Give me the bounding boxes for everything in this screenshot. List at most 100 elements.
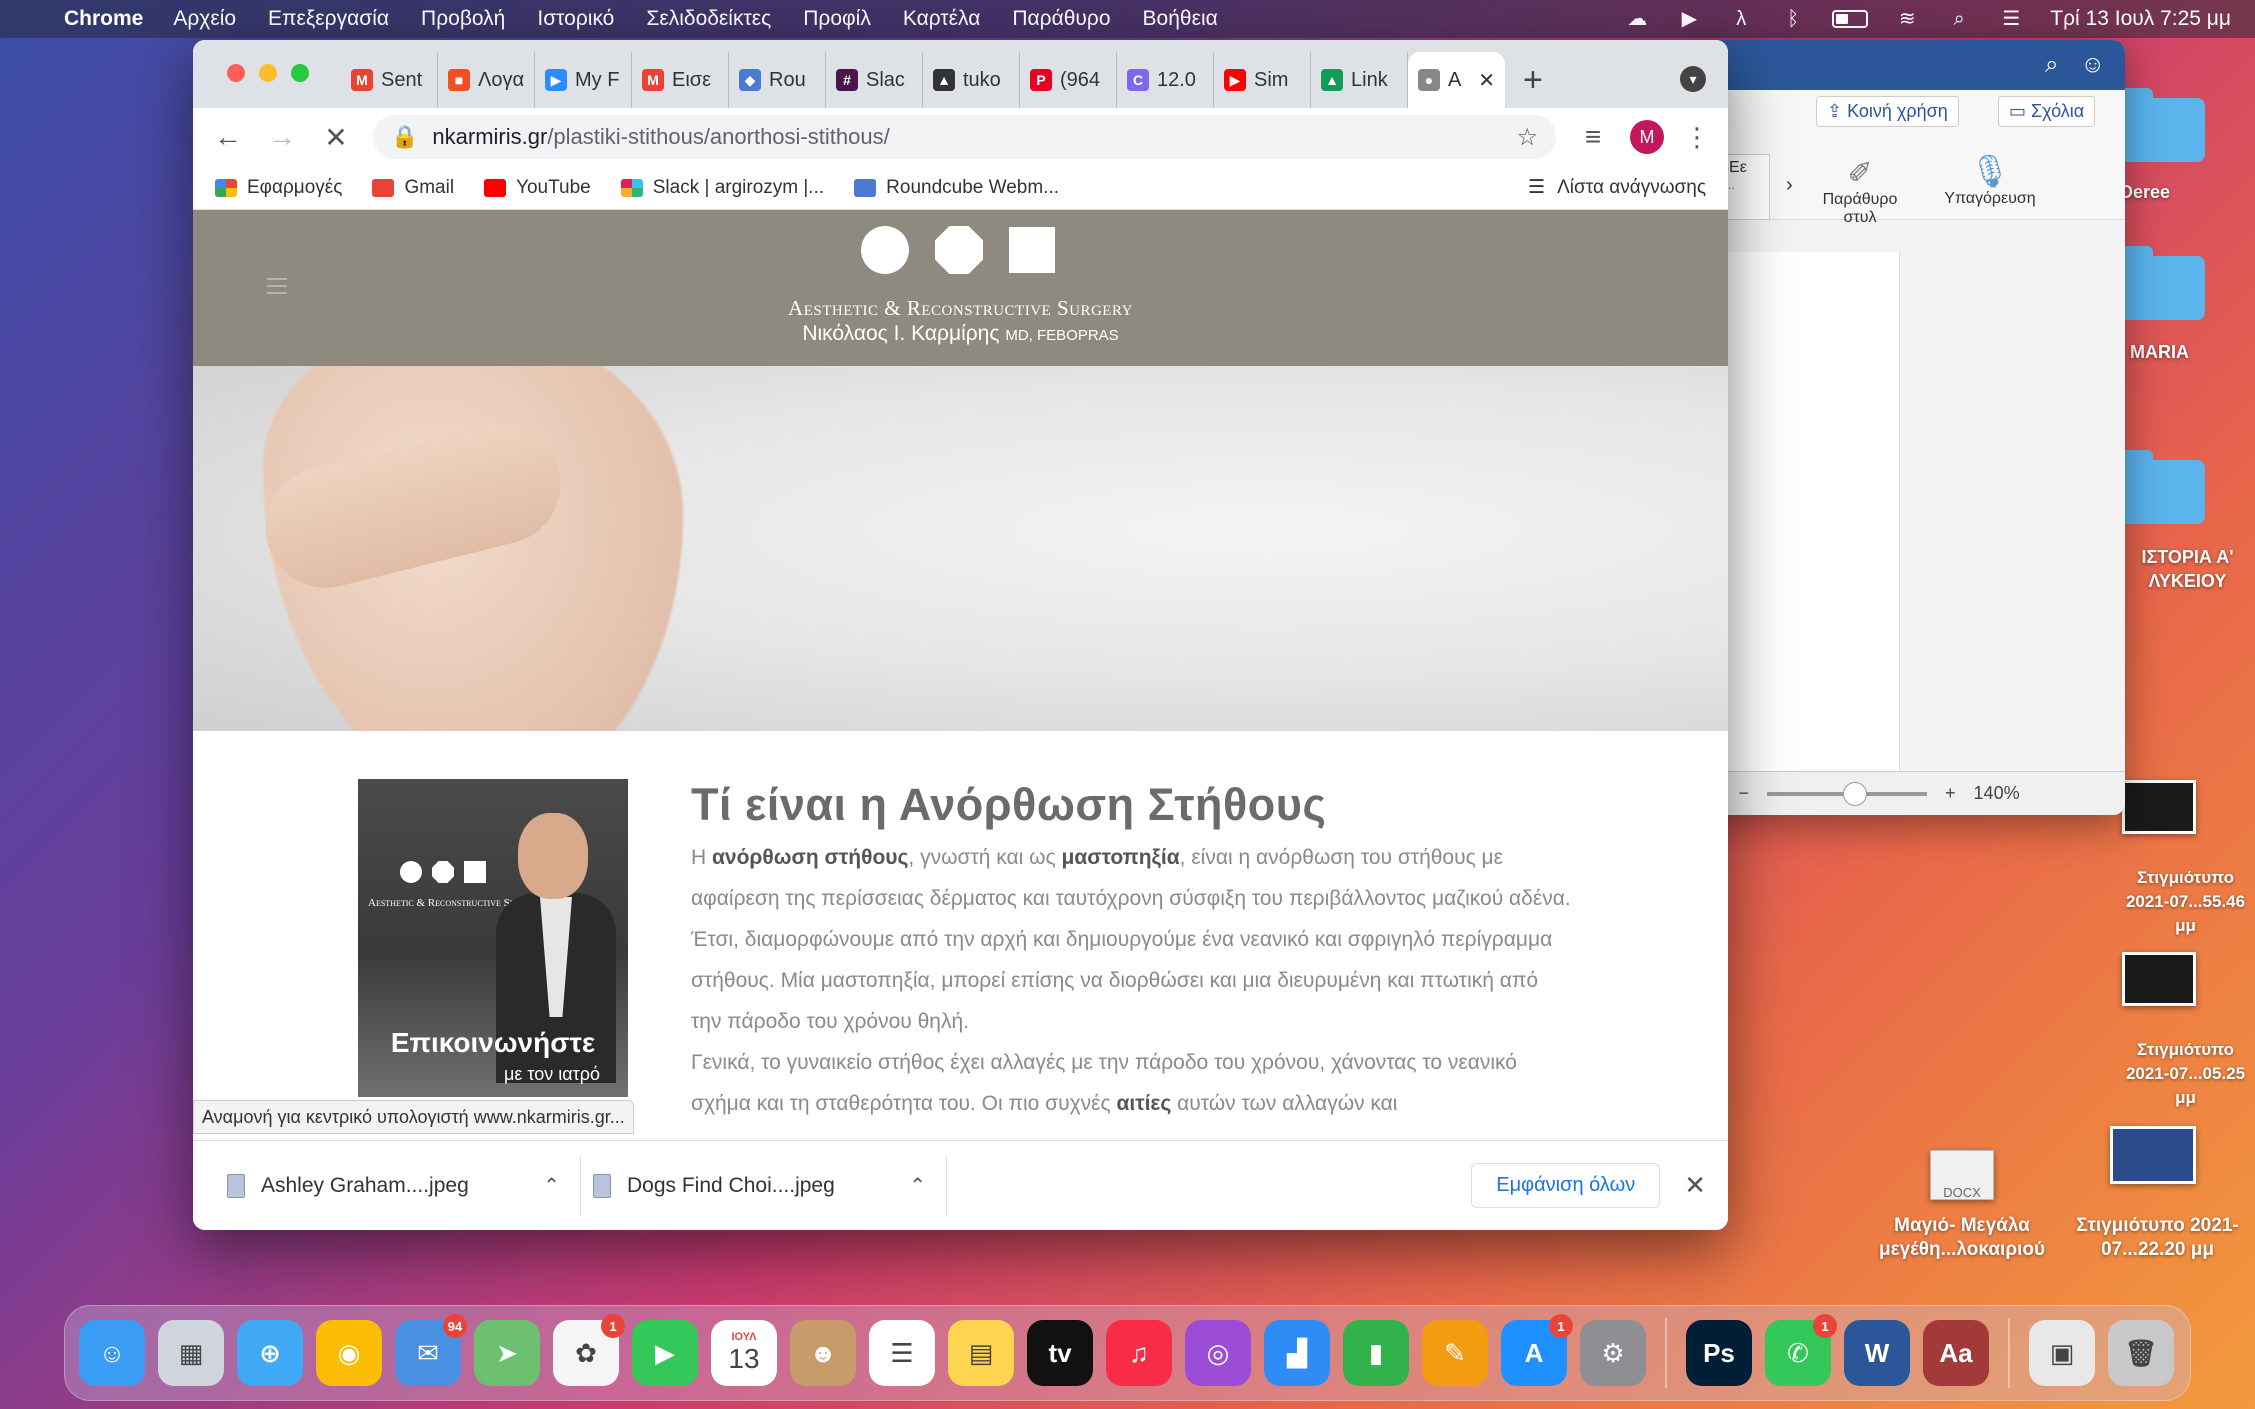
dictate-button[interactable]: 🎙 Υπαγόρευση xyxy=(1930,152,2050,208)
folder-icon[interactable] xyxy=(2115,88,2205,162)
browser-tab[interactable]: ▶ Sim xyxy=(1214,52,1311,108)
download-item[interactable]: Ashley Graham....jpeg ⌃ xyxy=(215,1155,581,1216)
creative-cloud-icon[interactable]: ☁ xyxy=(1624,9,1650,29)
zoom-slider[interactable] xyxy=(1767,781,1928,806)
share-button[interactable]: ⇪ Κοινή χρήση xyxy=(1816,96,1959,127)
dock-dictionary-icon[interactable]: Aa xyxy=(1923,1320,1989,1386)
address-bar[interactable]: 🔒 nkarmiris.gr/plastiki-stithous/anortho… xyxy=(373,115,1556,159)
dock-trash-icon[interactable]: 🗑 xyxy=(2108,1320,2174,1386)
dock-photoshop-icon[interactable]: Ps xyxy=(1686,1320,1752,1386)
dock-app-store-icon[interactable]: A1 xyxy=(1501,1314,1573,1386)
bookmark-roundcube[interactable]: Roundcube Webm... xyxy=(854,177,1059,199)
stop-loading-icon[interactable]: ✕ xyxy=(319,121,353,154)
new-tab-button[interactable]: + xyxy=(1523,52,1543,108)
folder-icon[interactable] xyxy=(2115,246,2205,320)
bookmark-youtube[interactable]: YouTube xyxy=(484,177,591,199)
dock-keynote-icon[interactable]: ▟ xyxy=(1264,1320,1330,1386)
dock-system-preferences-icon[interactable]: ⚙ xyxy=(1580,1320,1646,1386)
bookmark-star-icon[interactable]: ☆ xyxy=(1516,123,1538,152)
dock-reminders-icon[interactable]: ☰ xyxy=(869,1320,935,1386)
browser-tab[interactable]: M Sent xyxy=(341,52,438,108)
dock-word-icon[interactable]: W xyxy=(1844,1320,1910,1386)
battery-icon[interactable] xyxy=(1832,10,1869,28)
menu-view[interactable]: Προβολή xyxy=(421,7,505,31)
chrome-window[interactable]: M Sent ■ Λογα ▶ My F M Εισε ◆ Rou # Slac ▲ tuko P (964 C… xyxy=(193,40,1728,1230)
dock-calendar-icon[interactable]: ΙΟΥΛ 13 xyxy=(711,1320,777,1386)
dock-notes-icon[interactable]: ▤ xyxy=(948,1320,1014,1386)
menu-edit[interactable]: Επεξεργασία xyxy=(268,7,389,31)
browser-tab[interactable]: P (964 xyxy=(1020,52,1117,108)
dock-safari-icon[interactable]: ⊕ xyxy=(237,1320,303,1386)
reading-list-button[interactable]: ☰ Λίστα ανάγνωσης xyxy=(1528,176,1706,199)
media-control-icon[interactable]: ≡ xyxy=(1576,121,1610,153)
browser-tab[interactable]: # Slac xyxy=(826,52,923,108)
browser-tab[interactable]: ▲ tuko xyxy=(923,52,1020,108)
forward-icon[interactable]: → xyxy=(265,121,299,153)
search-icon[interactable]: ⌕ xyxy=(2045,51,2058,79)
comments-button[interactable]: ▭ Σχόλια xyxy=(1998,96,2096,127)
screenshot-thumbnail[interactable] xyxy=(2122,780,2196,834)
menubar-clock[interactable]: Τρί 13 Ιουλ 7:25 μμ xyxy=(2050,7,2231,31)
close-icon[interactable]: ✕ xyxy=(1684,1170,1706,1201)
lambda-icon[interactable]: λ xyxy=(1728,9,1754,29)
menu-profile[interactable]: Προφίλ xyxy=(803,7,871,31)
browser-tab[interactable]: ● Α ✕ xyxy=(1408,52,1505,108)
play-icon[interactable]: ▶ xyxy=(1676,9,1702,29)
menu-tab[interactable]: Καρτέλα xyxy=(903,7,981,31)
screenshot-thumbnail[interactable] xyxy=(2122,952,2196,1006)
dock-messages-icon[interactable]: ✆ 1 xyxy=(1765,1314,1837,1386)
contact-cta[interactable]: Επικοινωνήστε xyxy=(358,1027,628,1059)
lock-icon[interactable]: 🔒 xyxy=(391,124,418,150)
dock-maps-icon[interactable]: ➤ xyxy=(474,1320,540,1386)
tab-search-icon[interactable]: ▾ xyxy=(1680,66,1706,92)
menu-help[interactable]: Βοήθεια xyxy=(1143,7,1218,31)
download-item[interactable]: Dogs Find Choi....jpeg ⌃ xyxy=(581,1155,947,1216)
site-logo[interactable] xyxy=(861,226,1055,274)
zoom-in-icon[interactable]: + xyxy=(1945,783,1956,804)
screenshot-thumbnail[interactable] xyxy=(2110,1126,2196,1184)
contact-doctor-card[interactable]: Aesthetic & Reconstructive Surgery Επικο… xyxy=(358,779,628,1097)
menu-bookmarks[interactable]: Σελιδοδείκτες xyxy=(646,7,771,31)
dock-mail-icon[interactable]: ✉ 94 xyxy=(395,1314,467,1386)
dock-apple-tv-icon[interactable]: tv xyxy=(1027,1320,1093,1386)
dock-finder-icon[interactable]: ☺ xyxy=(79,1320,145,1386)
bookmark-apps[interactable]: Εφαρμογές xyxy=(215,177,342,199)
smiley-icon[interactable]: ☺ xyxy=(2080,51,2105,79)
zoom-window-icon[interactable] xyxy=(291,64,309,82)
back-icon[interactable]: ← xyxy=(211,121,245,153)
menu-file[interactable]: Αρχείο xyxy=(173,7,236,31)
close-tab-icon[interactable]: ✕ xyxy=(1478,68,1495,93)
bookmark-gmail[interactable]: Gmail xyxy=(372,177,454,199)
minimize-window-icon[interactable] xyxy=(259,64,277,82)
browser-tab[interactable]: ■ Λογα xyxy=(438,52,535,108)
chevron-up-icon[interactable]: ⌃ xyxy=(909,1173,926,1198)
dock-preview-icon[interactable]: ▣ xyxy=(2029,1320,2095,1386)
dock-podcasts-icon[interactable]: ◎ xyxy=(1185,1320,1251,1386)
wifi-icon[interactable]: ≋ xyxy=(1894,9,1920,29)
styles-pane-button[interactable]: ✐ Παράθυρο στυλ xyxy=(1810,156,1910,227)
word-window[interactable]: ⌕ ☺ ⇪ Κοινή χρήση ▭ Σχόλια ΑΔΒΕε Ιάστι..… xyxy=(1690,40,2125,815)
zoom-level[interactable]: 140% xyxy=(1974,783,2020,804)
show-all-downloads-button[interactable]: Εμφάνιση όλων xyxy=(1471,1163,1661,1208)
docx-file-icon[interactable]: DOCX xyxy=(1930,1150,1994,1200)
menu-window[interactable]: Παράθυρο xyxy=(1012,7,1110,31)
dock-launchpad-icon[interactable]: ▦ xyxy=(158,1320,224,1386)
dock-numbers-icon[interactable]: ▮ xyxy=(1343,1320,1409,1386)
zoom-slider-knob[interactable] xyxy=(1843,781,1868,806)
dock-chrome-icon[interactable]: ◉ xyxy=(316,1320,382,1386)
profile-avatar[interactable]: M xyxy=(1630,120,1664,154)
bluetooth-icon[interactable]: ᛒ xyxy=(1780,9,1806,29)
chevron-right-icon[interactable]: › xyxy=(1786,174,1793,197)
folder-icon[interactable] xyxy=(2115,450,2205,524)
control-center-icon[interactable]: ☰ xyxy=(1998,9,2024,29)
dock-photos-icon[interactable]: ✿ 1 xyxy=(553,1314,625,1386)
close-window-icon[interactable] xyxy=(227,64,245,82)
chevron-up-icon[interactable]: ⌃ xyxy=(543,1173,560,1198)
browser-tab[interactable]: M Εισε xyxy=(632,52,729,108)
dock-music-icon[interactable]: ♫ xyxy=(1106,1320,1172,1386)
bookmark-slack[interactable]: Slack | argirozym |... xyxy=(620,177,824,199)
app-menu[interactable]: Chrome xyxy=(64,7,143,31)
dock-pages-icon[interactable]: ✎ xyxy=(1422,1320,1488,1386)
menu-history[interactable]: Ιστορικό xyxy=(537,7,614,31)
browser-tab[interactable]: ◆ Rou xyxy=(729,52,826,108)
